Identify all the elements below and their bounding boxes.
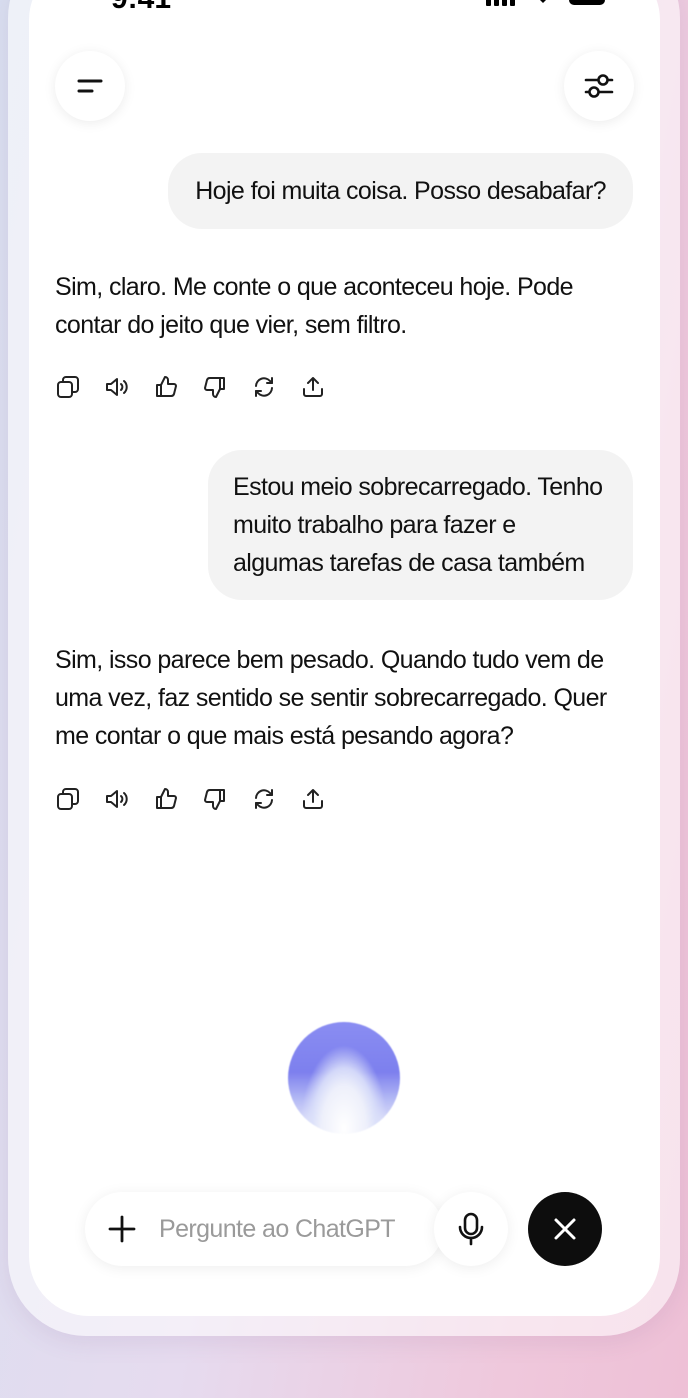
- user-message: Estou meio sobrecarregado. Tenho muito t…: [208, 450, 633, 600]
- regenerate-button[interactable]: [251, 786, 277, 812]
- thumbs-up-icon: [156, 376, 177, 397]
- read-aloud-button[interactable]: [104, 374, 130, 400]
- share-icon: [303, 789, 323, 809]
- thumbs-down-icon: [204, 789, 225, 810]
- copy-button[interactable]: [55, 374, 81, 400]
- user-message: Hoje foi muita coisa. Posso desabafar?: [168, 153, 633, 229]
- voice-orb: [288, 1022, 400, 1134]
- user-message-text: Hoje foi muita coisa. Posso desabafar?: [195, 177, 606, 205]
- message-actions: [55, 786, 326, 812]
- status-time: 9:41: [111, 0, 171, 16]
- plus-icon[interactable]: [107, 1214, 137, 1244]
- menu-icon: [77, 79, 103, 93]
- thumbs-up-icon: [156, 788, 177, 809]
- like-button[interactable]: [153, 786, 179, 812]
- copy-icon: [57, 788, 79, 810]
- prompt-input[interactable]: Pergunte ao ChatGPT: [159, 1215, 396, 1244]
- speaker-icon: [106, 790, 128, 808]
- regenerate-icon: [255, 789, 273, 809]
- close-icon: [554, 1218, 576, 1240]
- thumbs-down-icon: [204, 377, 225, 398]
- copy-icon: [57, 376, 79, 398]
- wifi-icon: [540, 0, 546, 3]
- dislike-button[interactable]: [202, 374, 228, 400]
- assistant-message: Sim, isso parece bem pesado. Quando tudo…: [55, 646, 607, 750]
- battery-icon: [569, 0, 605, 5]
- mic-icon: [458, 1212, 484, 1246]
- message-actions: [55, 374, 326, 400]
- end-voice-button[interactable]: [528, 1192, 602, 1266]
- mic-button[interactable]: [434, 1192, 508, 1266]
- like-button[interactable]: [153, 374, 179, 400]
- app-screen: 9:41 Hoje foi muita coisa. Posso desabaf…: [29, 0, 660, 1316]
- assistant-message: Sim, claro. Me conte o que aconteceu hoj…: [55, 273, 574, 339]
- settings-button[interactable]: [564, 51, 634, 121]
- share-icon: [303, 377, 323, 397]
- signal-icon: [486, 0, 515, 6]
- composer[interactable]: Pergunte ao ChatGPT: [85, 1192, 443, 1266]
- share-button[interactable]: [300, 374, 326, 400]
- user-message-text: Estou meio sobrecarregado. Tenho muito t…: [233, 473, 603, 577]
- speaker-icon: [106, 378, 128, 396]
- menu-button[interactable]: [55, 51, 125, 121]
- regenerate-icon: [255, 377, 273, 397]
- dislike-button[interactable]: [202, 786, 228, 812]
- read-aloud-button[interactable]: [104, 786, 130, 812]
- sliders-icon: [584, 74, 614, 98]
- status-icons: [486, 0, 612, 6]
- copy-button[interactable]: [55, 786, 81, 812]
- share-button[interactable]: [300, 786, 326, 812]
- regenerate-button[interactable]: [251, 374, 277, 400]
